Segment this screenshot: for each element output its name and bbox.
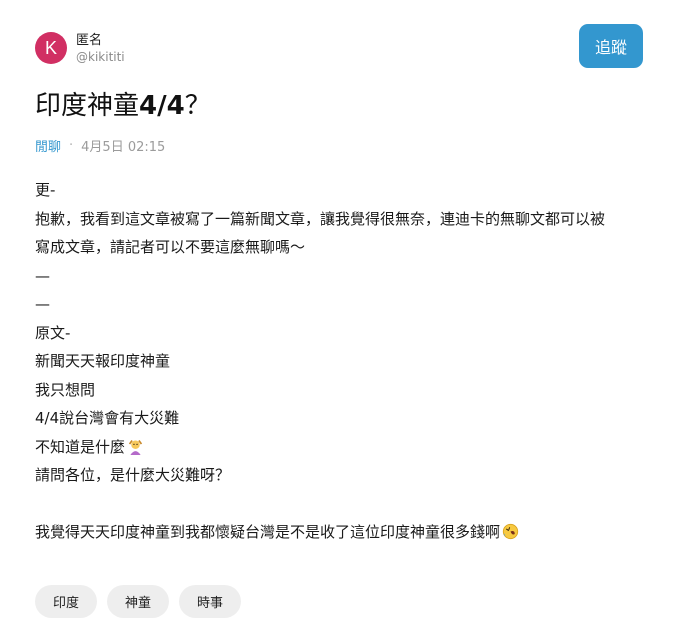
content-line: 更-	[35, 176, 655, 205]
author-name[interactable]: 匿名	[76, 32, 125, 49]
post-author-header: K 匿名 @kikititi	[35, 28, 125, 68]
content-line: —	[35, 290, 655, 319]
tag-chip[interactable]: 印度	[35, 585, 98, 618]
post-title: 印度神童4/4？	[35, 88, 211, 124]
post-category-link[interactable]: 閒聊	[35, 136, 61, 155]
post-title-prefix: 印度神童	[35, 91, 140, 121]
content-line: 不知道是什麼	[35, 433, 655, 462]
content-line	[35, 490, 655, 519]
content-text: 我只想問	[35, 380, 96, 399]
follow-button[interactable]: 追蹤	[579, 24, 643, 68]
post-timestamp: 4月5日 02:15	[81, 140, 166, 155]
tag-chip[interactable]: 時事	[179, 585, 242, 618]
rolling-on-floor-laughing-emoji-icon	[502, 523, 519, 540]
meta-separator: ·	[69, 138, 74, 153]
content-line: 抱歉，我看到這文章被寫了一篇新聞文章，讓我覺得很無奈，連迪卡的無聊文都可以被	[35, 205, 655, 234]
content-text: 4/4說台灣會有大災難	[35, 409, 180, 427]
post-title-suffix: ？	[184, 91, 211, 121]
content-line: 原文-	[35, 319, 655, 348]
content-line: 寫成文章，請記者可以不要這麼無聊嗎～	[35, 233, 655, 262]
content-text: —	[35, 295, 50, 313]
content-text: 新聞天天報印度神童	[35, 352, 171, 370]
tag-list: 印度 神童 時事	[35, 585, 242, 618]
content-line: —	[35, 262, 655, 291]
post-content: 更- 抱歉，我看到這文章被寫了一篇新聞文章，讓我覺得很無奈，連迪卡的無聊文都可以…	[35, 176, 655, 547]
tag-chip[interactable]: 神童	[107, 585, 170, 618]
post-title-date: 4/4	[139, 91, 185, 121]
content-text: 寫成文章，請記者可以不要這麼無聊嗎～	[35, 238, 306, 256]
content-line: 新聞天天報印度神童	[35, 347, 655, 376]
avatar[interactable]: K	[35, 32, 67, 64]
content-text: 不知道是什麼	[35, 437, 126, 456]
content-text: 更-	[35, 181, 56, 199]
content-text: 請問各位，是什麼大災難呀？	[35, 466, 231, 484]
content-text: 原文-	[35, 323, 71, 342]
content-text: 抱歉，我看到這文章被寫了一篇新聞文章，讓我覺得很無奈，連迪卡的無聊文都可以被	[35, 209, 606, 228]
author-handle: @kikititi	[76, 49, 125, 64]
content-line: 我覺得天天印度神童到我都懷疑台灣是不是收了這位印度神童很多錢啊	[35, 518, 655, 547]
author-info: 匿名 @kikititi	[76, 32, 125, 65]
content-line: 我只想問	[35, 376, 655, 405]
person-shrugging-emoji-icon	[128, 439, 143, 455]
post-meta: 閒聊 · 4月5日 02:15	[35, 136, 165, 155]
content-text: 我覺得天天印度神童到我都懷疑台灣是不是收了這位印度神童很多錢啊	[35, 523, 501, 541]
content-line: 4/4說台灣會有大災難	[35, 404, 655, 433]
content-text: —	[35, 266, 50, 285]
content-line: 請問各位，是什麼大災難呀？	[35, 461, 655, 490]
